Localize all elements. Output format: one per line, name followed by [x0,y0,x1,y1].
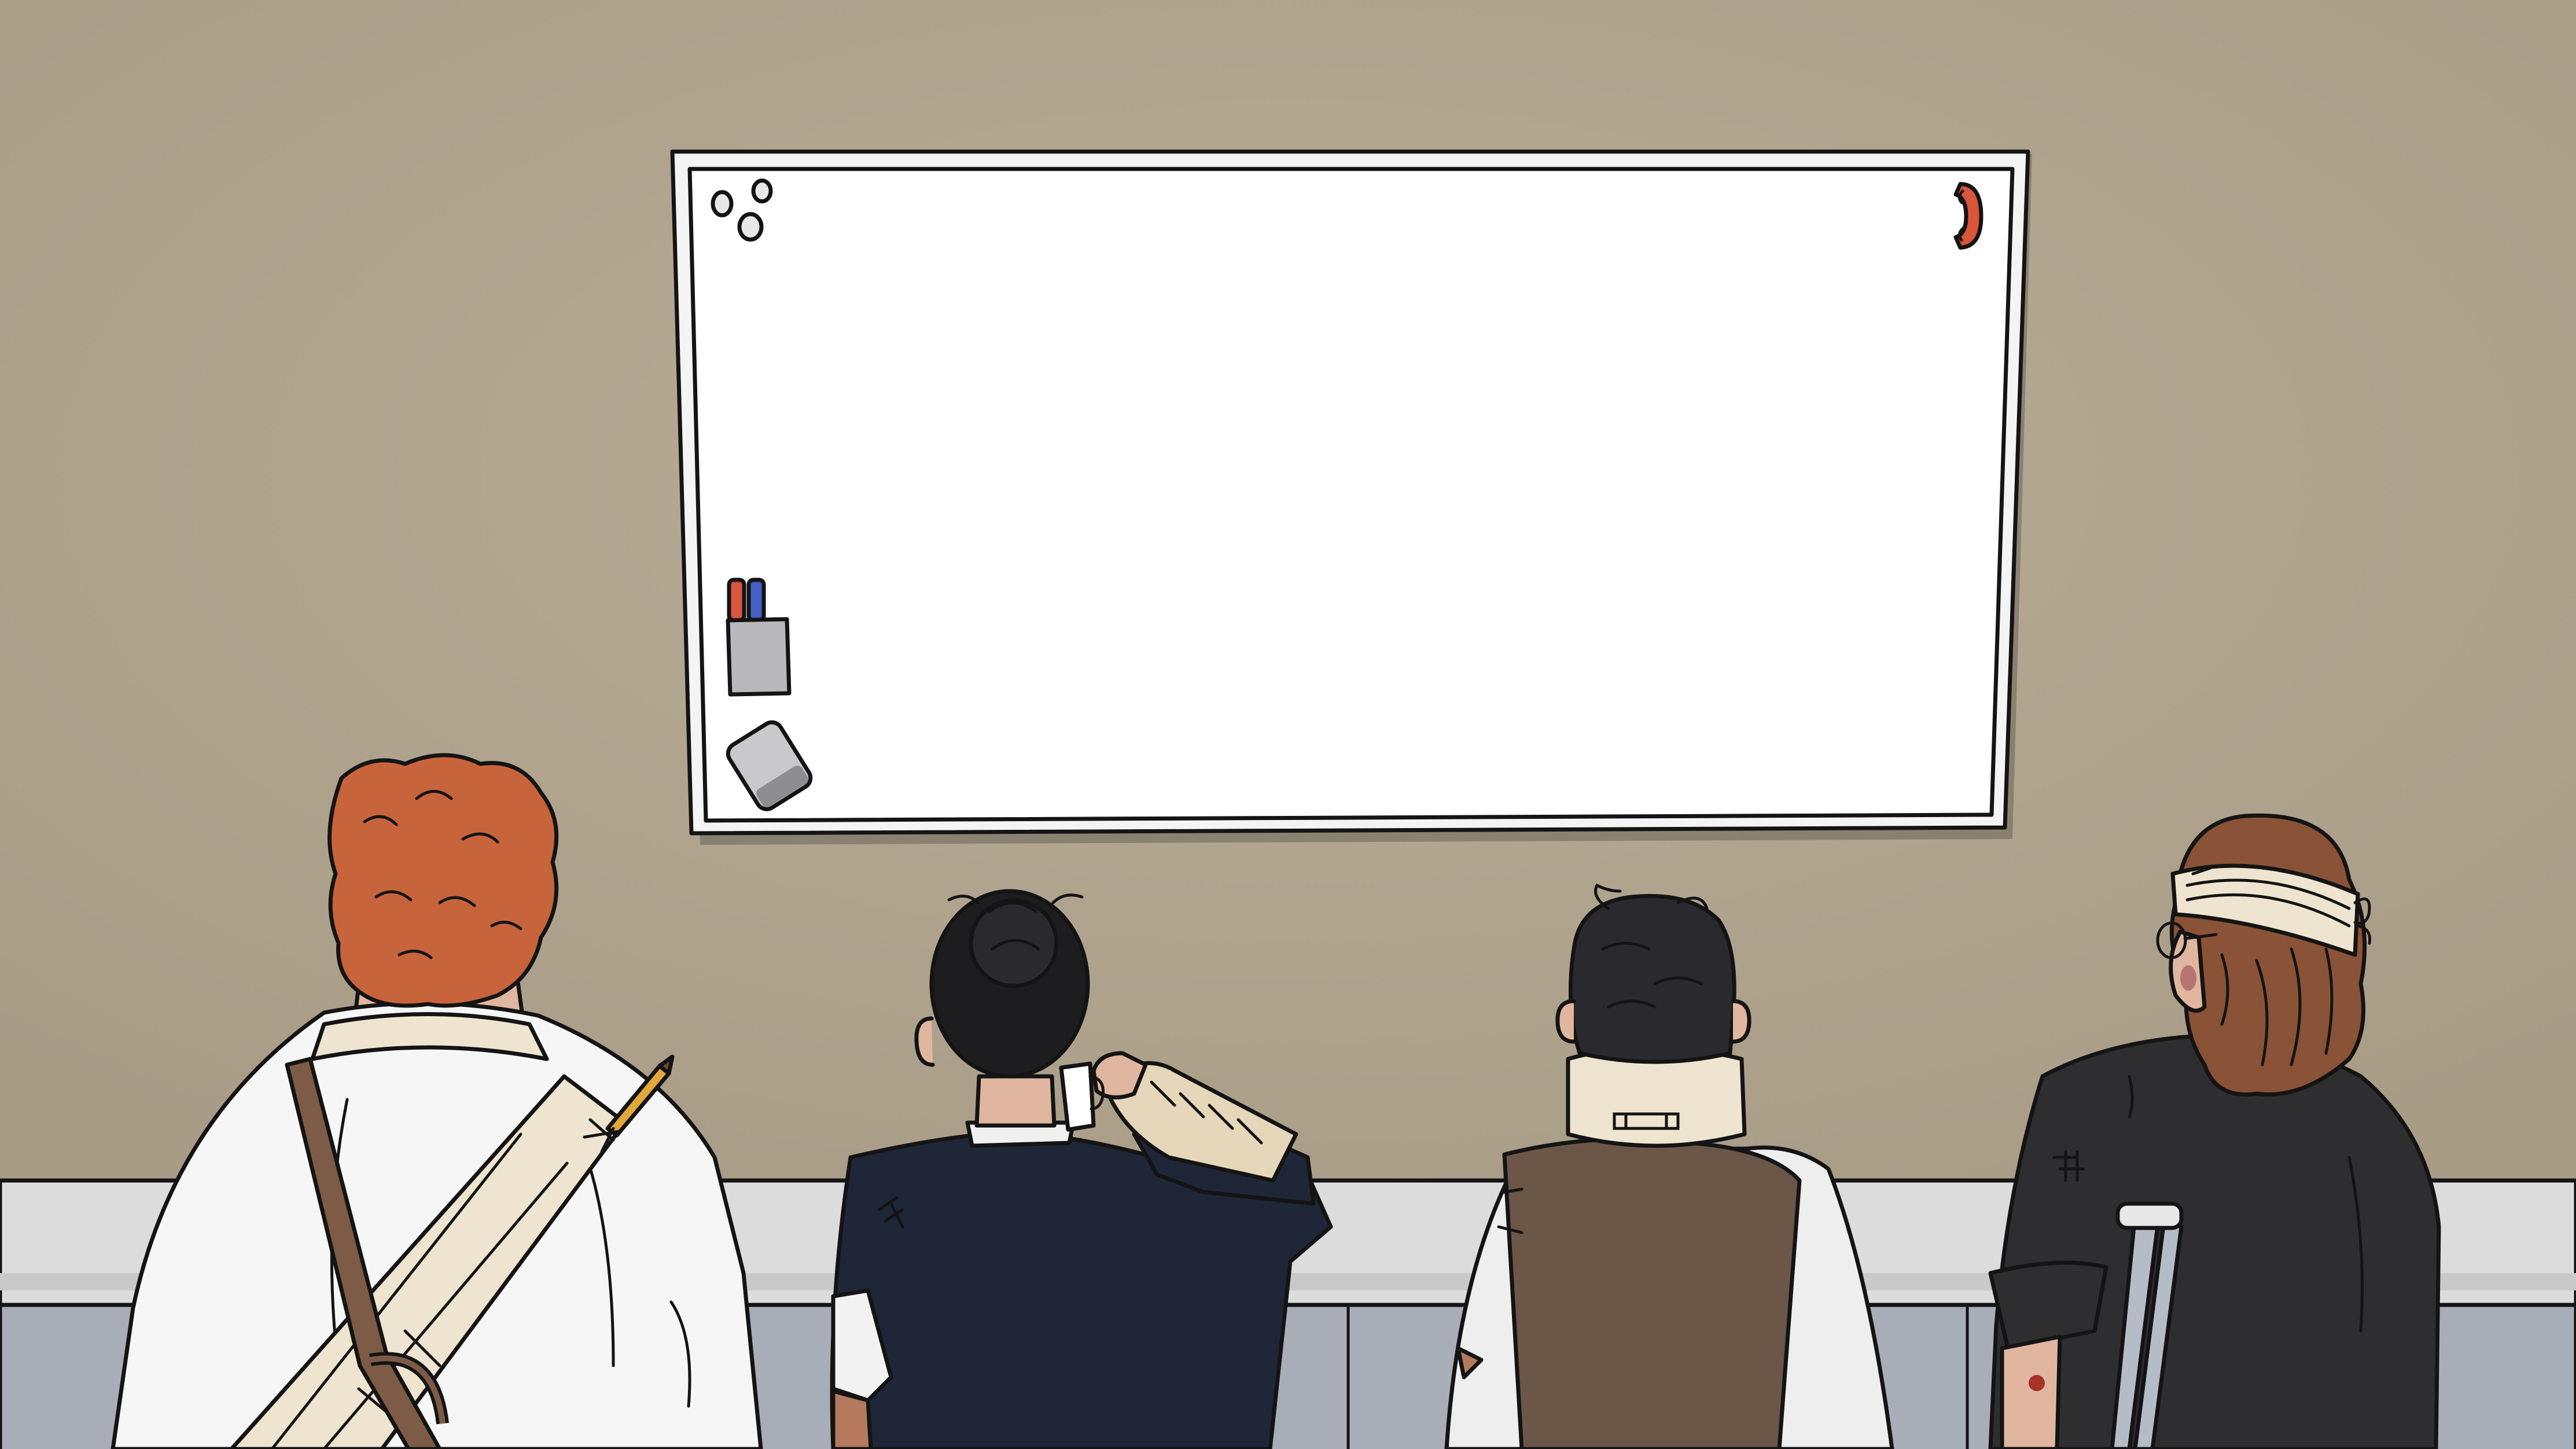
comic-panel [0,0,2576,1449]
whiteboard [670,149,2032,845]
